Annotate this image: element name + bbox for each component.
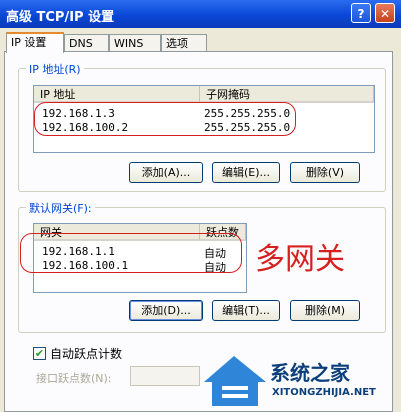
remove-gateway-button[interactable]: 删除(M) [290,300,360,321]
multi-gateway-annotation: 多网关 [255,242,345,277]
window-title: 高级 TCP/IP 设置 [6,10,115,25]
house-logo-icon [204,356,266,406]
highlight-ring [20,233,242,273]
interface-metric-label: 接口跃点数(N): [36,372,112,385]
tab-ip-settings[interactable]: IP 设置 [6,32,64,53]
tab-wins[interactable]: WINS [109,34,161,51]
add-gateway-button[interactable]: 添加(D)... [129,300,203,321]
interface-metric-input[interactable] [130,366,200,386]
highlight-ring [34,102,296,136]
help-button[interactable]: ? [351,3,371,23]
watermark-url: XITONGZHIJIA.NET [272,387,376,398]
title-bar: 高级 TCP/IP 设置 ? ✕ [0,0,401,28]
ip-column-header[interactable]: IP 地址 [34,86,200,103]
auto-metric-label: 自动跃点计数 [50,347,123,361]
tab-dns[interactable]: DNS [64,34,109,51]
ip-group-title: IP 地址(R) [26,61,84,77]
gateway-group-title: 默认网关(F): [26,200,95,216]
remove-ip-button[interactable]: 删除(V) [290,162,360,183]
add-ip-button[interactable]: 添加(A)... [129,162,203,183]
watermark-title: 系统之家 [270,361,350,385]
close-button[interactable]: ✕ [375,3,395,23]
auto-metric-checkbox[interactable]: ✔ [33,347,46,360]
tab-options[interactable]: 选项 [161,34,207,51]
subnet-column-header[interactable]: 子网掩码 [200,86,374,103]
edit-ip-button[interactable]: 编辑(E)... [212,162,280,183]
edit-gateway-button[interactable]: 编辑(T)... [212,300,280,321]
